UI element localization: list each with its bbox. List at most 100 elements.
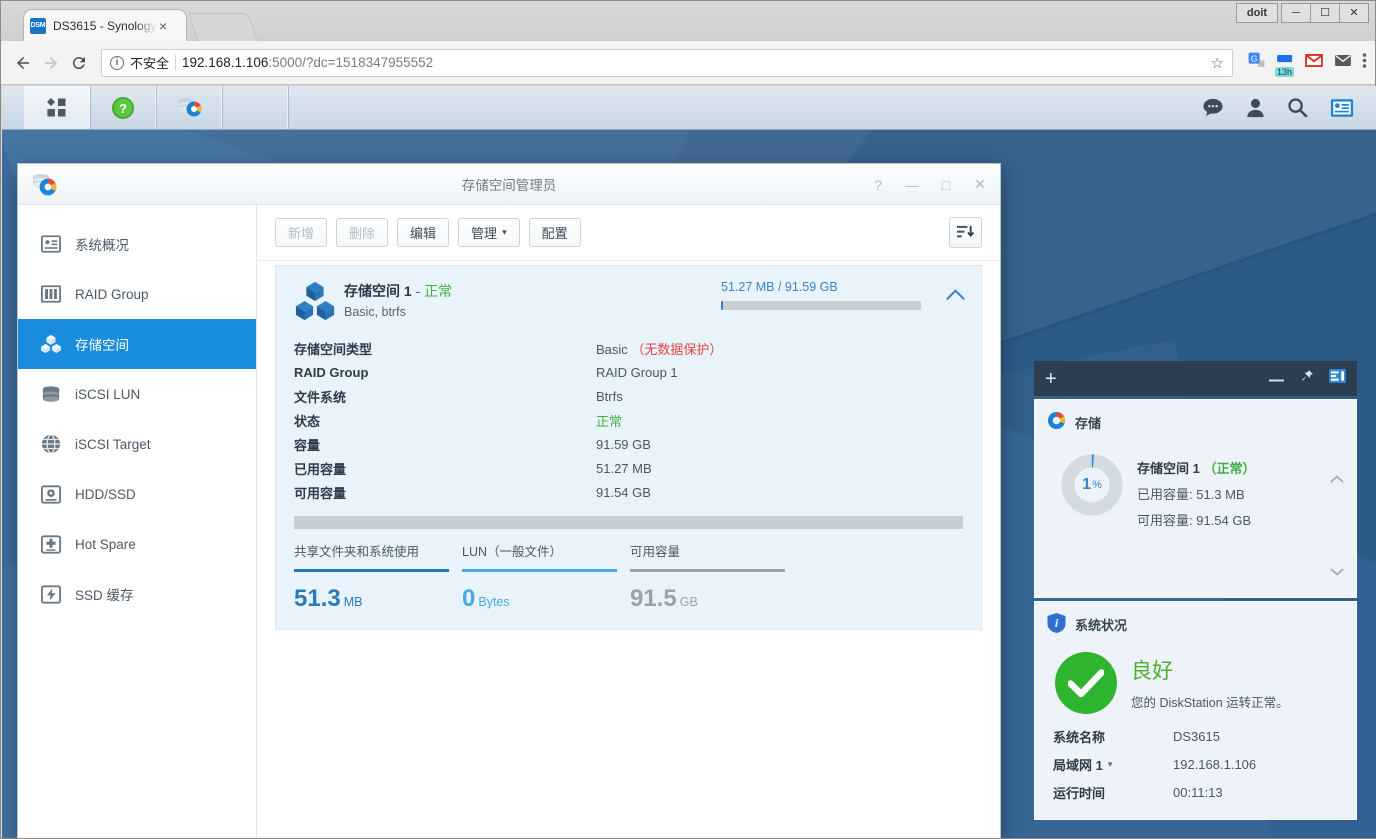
security-label: 不安全 xyxy=(130,56,170,71)
sidebar-item-hot-spare[interactable]: Hot Spare xyxy=(18,519,256,569)
sort-descending-button[interactable] xyxy=(949,217,982,248)
percent-sign: % xyxy=(1092,479,1102,491)
url-path: :5000/?dc=1518347955552 xyxy=(268,55,434,70)
check-circle-icon xyxy=(1055,652,1117,714)
volume-title: 存储空间 1 - 正常 xyxy=(344,281,452,301)
help-button[interactable]: ? xyxy=(90,86,156,129)
storage-widget-title-row: 存储 xyxy=(1035,400,1356,437)
svg-text:G: G xyxy=(1251,53,1258,63)
sidebar-item-raid-group[interactable]: RAID Group xyxy=(18,269,256,319)
window-title-bar[interactable]: 存储空间管理员 ? — □ ✕ xyxy=(18,164,1000,205)
storage-widget-info: 存储空间 1 （正常） 已用容量: 51.3 MB 可用容量: 91.54 GB xyxy=(1137,446,1255,597)
hot-spare-icon xyxy=(40,533,62,555)
detail-label: 容量 xyxy=(294,437,321,453)
address-bar[interactable]: i 不安全 192.168.1.106:5000/?dc=15183479555… xyxy=(101,48,1233,77)
chevron-up-icon[interactable] xyxy=(946,288,965,306)
new-tab-button[interactable] xyxy=(188,13,258,41)
bookmark-star-icon[interactable]: ☆ xyxy=(1211,54,1224,72)
sidebar-item-label: SSD 缓存 xyxy=(75,588,134,603)
storage-widget-title: 存储 xyxy=(1075,415,1102,431)
close-button[interactable]: ✕ xyxy=(1339,3,1369,23)
detail-value-text: 正常 xyxy=(596,413,623,429)
battery-13h-icon[interactable]: 13h xyxy=(1275,51,1295,77)
sidebar-item-label: HDD/SSD xyxy=(75,486,136,502)
browser-tab[interactable]: DSM DS3615 - Synology Dis × xyxy=(23,9,187,41)
detail-value: Basic （无数据保护） xyxy=(596,339,722,358)
sidebar-item-iscsi-lun[interactable]: iSCSI LUN xyxy=(18,369,256,419)
health-widget-title: 系统状况 xyxy=(1075,618,1128,633)
detail-row: 容量 91.59 GB xyxy=(294,432,963,456)
usage-stat-unit: GB xyxy=(679,595,698,609)
back-icon[interactable] xyxy=(9,49,37,77)
user-options-icon[interactable] xyxy=(1246,98,1265,118)
detail-row: 可用容量 91.54 GB xyxy=(294,480,963,504)
notifications-icon[interactable] xyxy=(1202,98,1224,118)
main-menu-button[interactable] xyxy=(24,86,90,129)
widget-minimize-icon[interactable] xyxy=(1269,370,1284,388)
health-row-label[interactable]: 局域网 1 ▾ xyxy=(1053,755,1173,774)
widgets-icon[interactable] xyxy=(1330,98,1354,118)
close-tab-icon[interactable]: × xyxy=(159,18,167,34)
edit-button[interactable]: 编辑 xyxy=(397,218,450,247)
storage-donut-icon xyxy=(1047,411,1066,433)
configure-button[interactable]: 配置 xyxy=(528,218,581,247)
create-button[interactable]: 新增 xyxy=(275,218,328,247)
browser-titlebar: DSM DS3615 - Synology Dis × doit ─ ☐ ✕ xyxy=(1,1,1375,41)
minimize-button[interactable]: ─ xyxy=(1281,3,1311,23)
taskbar-edge xyxy=(2,86,24,129)
volume-usage-fill xyxy=(721,301,723,310)
usage-stat: LUN（一般文件） 0 Bytes xyxy=(462,541,630,613)
detail-label: 文件系统 xyxy=(294,389,347,405)
detail-value: 91.59 GB xyxy=(596,436,651,452)
widget-volume-status: （正常） xyxy=(1203,461,1256,476)
window-help-icon[interactable]: ? xyxy=(866,173,890,197)
search-icon[interactable] xyxy=(1287,97,1308,118)
volume-usage-bar xyxy=(721,301,921,310)
raid-group-icon xyxy=(40,283,62,305)
translate-icon[interactable]: G xyxy=(1247,51,1266,75)
window-maximize-icon[interactable]: □ xyxy=(934,173,958,197)
sidebar-item-ssd-cache[interactable]: SSD 缓存 xyxy=(18,569,256,619)
sidebar-item-hdd-ssd[interactable]: HDD/SSD xyxy=(18,469,256,519)
window-minimize-icon[interactable]: — xyxy=(900,173,924,197)
widget-volume-name: 存储空间 1 xyxy=(1137,461,1200,476)
widget-volume-name-row: 存储空间 1 （正常） xyxy=(1137,458,1255,477)
volume-header-text: 存储空间 1 - 正常 Basic, btrfs xyxy=(344,280,452,322)
widget-used-capacity: 已用容量: 51.3 MB xyxy=(1137,487,1245,502)
sidebar-item-overview[interactable]: 系统概况 xyxy=(18,219,256,269)
detail-label: 状态 xyxy=(294,413,321,429)
reload-icon[interactable] xyxy=(65,49,93,77)
health-label-text: 系统名称 xyxy=(1053,729,1106,745)
omnibox-divider xyxy=(175,54,177,71)
volume-capacity-block: 51.27 MB / 91.59 GB xyxy=(721,280,921,310)
manage-button[interactable]: 管理 ▾ xyxy=(458,218,520,247)
storage-manager-taskbar-icon xyxy=(177,97,202,116)
mail-icon[interactable] xyxy=(1333,51,1353,75)
detail-value: 51.27 MB xyxy=(596,460,652,476)
browser-menu-icon[interactable] xyxy=(1362,51,1367,75)
storage-manager-taskbar-button[interactable] xyxy=(156,86,222,129)
health-row: 运行时间 00:11:13 xyxy=(1047,778,1344,806)
info-badge-icon: i xyxy=(1047,613,1066,636)
maximize-button[interactable]: ☐ xyxy=(1310,3,1340,23)
usage-stat-label: LUN（一般文件） xyxy=(462,545,563,559)
pin-icon[interactable] xyxy=(1299,369,1314,389)
gmail-icon[interactable] xyxy=(1304,51,1324,75)
sidebar-item-label: 存储空间 xyxy=(75,338,129,353)
add-widget-button[interactable]: + xyxy=(1045,369,1057,389)
sidebar-item-iscsi-target[interactable]: iSCSI Target xyxy=(18,419,256,469)
widget-scroll-down-icon[interactable] xyxy=(1330,565,1344,579)
window-close-icon[interactable]: ✕ xyxy=(968,173,992,197)
sidebar-item-volume[interactable]: 存储空间 xyxy=(18,319,256,369)
chevron-down-icon[interactable]: ▾ xyxy=(1108,759,1113,770)
health-widget-title-row: i 系统状况 xyxy=(1035,602,1356,640)
site-info-icon[interactable]: i xyxy=(110,55,124,70)
remove-button[interactable]: 删除 xyxy=(336,218,389,247)
widget-panel-toolbar: + xyxy=(1034,361,1357,396)
dsm-widget-panel: + 存储 1 % 存储空间 1 （正常） 已用容量: 51.3 MB 可用容量:… xyxy=(1034,361,1357,820)
widget-scroll-up-icon[interactable] xyxy=(1330,472,1344,486)
dock-icon[interactable] xyxy=(1329,369,1346,388)
detail-label: RAID Group xyxy=(294,364,369,380)
detail-label: 存储空间类型 xyxy=(294,341,373,357)
doit-button[interactable]: doit xyxy=(1236,3,1278,23)
